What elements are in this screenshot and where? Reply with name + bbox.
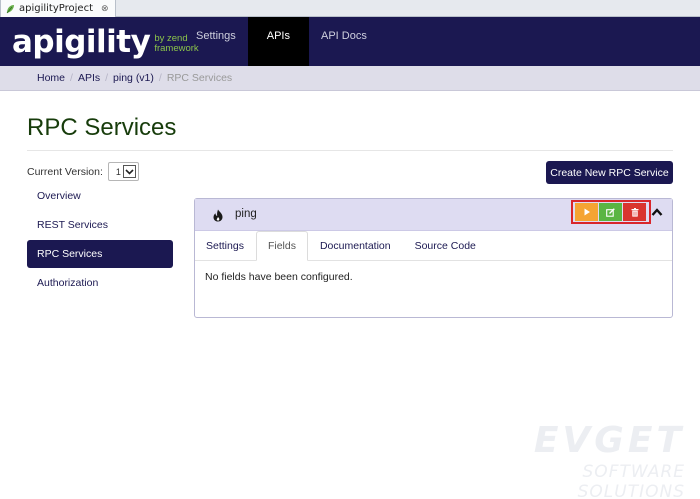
- nav-item-api-docs[interactable]: API Docs: [309, 17, 379, 66]
- version-value: 1: [115, 166, 121, 177]
- project-icon: [6, 4, 14, 13]
- title-divider: [27, 150, 673, 151]
- tab-settings[interactable]: Settings: [195, 231, 256, 261]
- breadcrumb-home[interactable]: Home: [37, 72, 65, 84]
- close-tab-icon[interactable]: ⊗: [101, 4, 109, 14]
- version-picker: Current Version: 1: [27, 162, 139, 181]
- sidebar: Overview REST Services RPC Services Auth…: [27, 182, 173, 298]
- chevron-down-icon: [122, 165, 136, 178]
- edit-icon: [606, 207, 615, 217]
- breadcrumb: Home / APIs / ping (v1) / RPC Services: [0, 66, 700, 91]
- service-panel-header[interactable]: ping: [195, 199, 672, 231]
- breadcrumb-separator: /: [158, 72, 162, 84]
- version-label: Current Version:: [27, 165, 103, 178]
- window-tab-bar: apigilityProject ⊗: [0, 0, 700, 17]
- sidebar-item-authorization[interactable]: Authorization: [27, 269, 173, 297]
- version-select[interactable]: 1: [107, 162, 139, 181]
- breadcrumb-separator: /: [70, 72, 73, 84]
- page-title: RPC Services: [27, 114, 177, 141]
- window-tab[interactable]: apigilityProject ⊗: [0, 0, 116, 17]
- chevron-up-icon[interactable]: [651, 207, 663, 217]
- nav-item-settings[interactable]: Settings: [184, 17, 248, 66]
- flame-icon: [213, 209, 223, 222]
- watermark-main: EVGET: [533, 420, 685, 461]
- breadcrumb-apis[interactable]: APIs: [78, 72, 100, 84]
- brand-name: apigility: [12, 24, 151, 60]
- breadcrumb-separator: /: [105, 72, 109, 84]
- watermark-sub: SOFTWARE SOLUTIONS: [577, 462, 685, 499]
- brand-logo[interactable]: apigility by zend framework: [12, 24, 199, 60]
- service-name: ping: [235, 208, 257, 220]
- breadcrumb-current: RPC Services: [166, 72, 233, 84]
- watermark: EVGET SOFTWARE SOLUTIONS: [495, 420, 685, 499]
- run-service-button[interactable]: [575, 203, 598, 221]
- create-rpc-service-button[interactable]: Create New RPC Service: [546, 161, 673, 184]
- sidebar-item-rpc-services[interactable]: RPC Services: [27, 240, 173, 268]
- tab-source-code[interactable]: Source Code: [403, 231, 488, 261]
- service-panel: ping Settings Fields Documentation Sourc…: [194, 198, 673, 318]
- window-tab-title: apigilityProject: [19, 3, 93, 14]
- nav-item-apis[interactable]: APIs: [247, 17, 309, 66]
- service-tabs: Settings Fields Documentation Source Cod…: [195, 231, 672, 261]
- main-nav: Settings APIs API Docs: [184, 17, 379, 66]
- sidebar-item-rest-services[interactable]: REST Services: [27, 211, 173, 239]
- tab-fields[interactable]: Fields: [255, 231, 308, 261]
- fields-empty-message: No fields have been configured.: [205, 271, 353, 283]
- tab-documentation[interactable]: Documentation: [308, 231, 403, 261]
- edit-service-button[interactable]: [599, 203, 622, 221]
- play-icon: [584, 208, 590, 216]
- trash-icon: [631, 207, 638, 217]
- service-actions-highlight: [571, 200, 651, 224]
- sidebar-item-overview[interactable]: Overview: [27, 182, 173, 210]
- breadcrumb-api[interactable]: ping (v1): [113, 72, 154, 84]
- top-navbar: apigility by zend framework Settings API…: [0, 17, 700, 66]
- delete-service-button[interactable]: [623, 203, 646, 221]
